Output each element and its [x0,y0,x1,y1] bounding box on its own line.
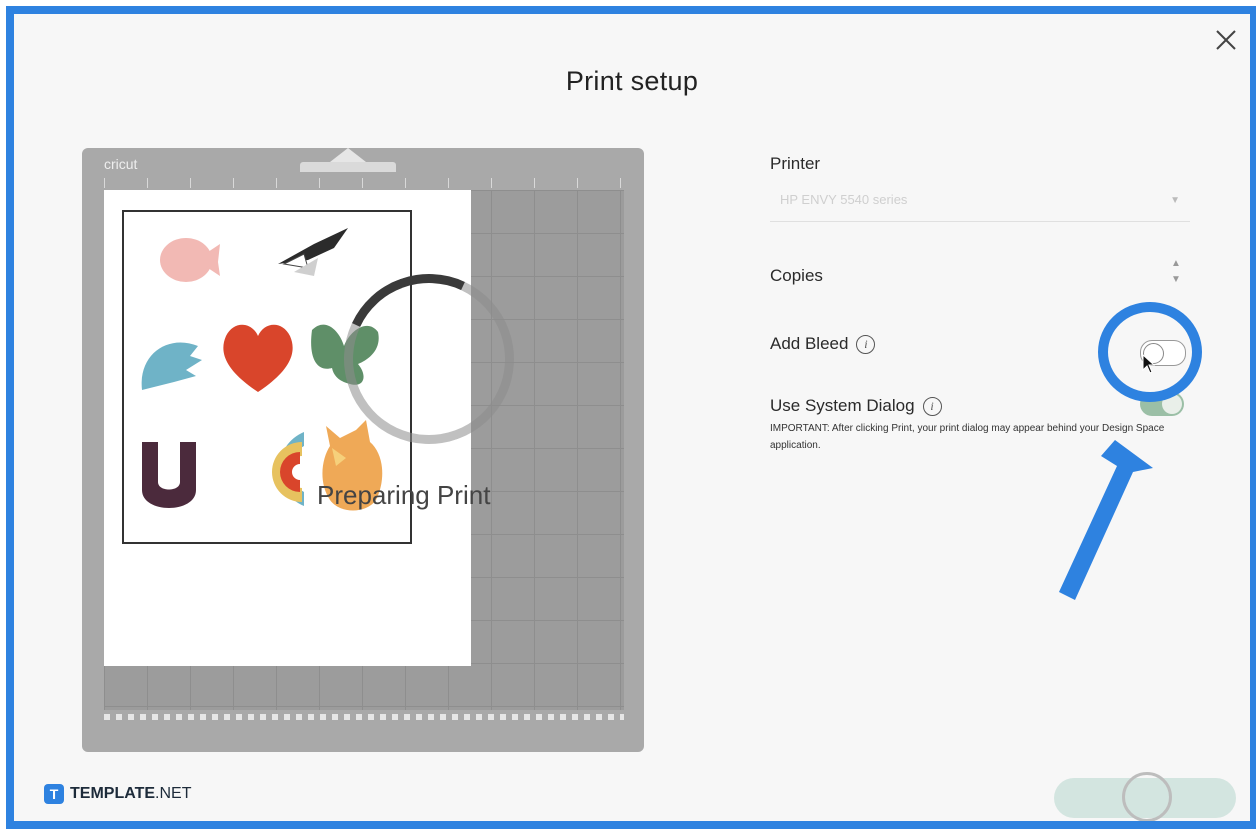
preparing-print-text: Preparing Print [317,480,491,510]
add-bleed-label: Add Bleed [770,334,849,353]
system-dialog-row: Use System Dialog i [770,396,942,417]
copies-label: Copies [770,266,823,285]
pink-fish-sticker [160,238,220,282]
purple-u-sticker [142,442,196,508]
info-icon[interactable]: i [856,335,876,355]
printer-select[interactable]: HP ENVY 5540 series ▼ [770,182,1190,222]
template-logo-icon: T [44,784,64,804]
mat-brand-label: cricut [104,156,138,172]
copies-stepper[interactable]: ▲ ▼ [1166,256,1186,292]
mat-preview: cricut Preparing Print [82,148,644,752]
close-icon[interactable] [1214,28,1238,52]
mat-notch [300,162,396,172]
paper-sheet: Preparing Print [104,190,538,666]
rainbow-sticker [272,432,304,506]
print-button[interactable] [1054,772,1236,821]
info-icon[interactable]: i [922,397,942,417]
cursor-icon [1142,354,1156,374]
dialog-title: Print setup [565,66,699,96]
loading-ring [1122,772,1172,821]
system-dialog-label: Use System Dialog [770,396,915,415]
blue-wing-sticker [141,342,202,390]
print-area-frame: Preparing Print [122,210,538,544]
red-heart-sticker [223,324,293,392]
logo-text-light: .NET [155,785,192,802]
template-net-logo: T TEMPLATE .NET [44,784,191,804]
add-bleed-row: Add Bleed i [770,334,876,355]
mat-ruler-bottom [104,714,624,720]
feather-sticker [278,228,348,276]
highlight-circle [1098,302,1202,402]
mat-notch-tip [330,148,366,162]
printer-label: Printer [770,154,821,173]
chevron-down-icon: ▼ [1170,195,1180,206]
print-setup-dialog: Print setup cricut Preparing Print Print… [6,6,1256,829]
arrow-annotation [1059,440,1153,600]
logo-text-bold: TEMPLATE [70,785,156,802]
stepper-down-icon[interactable]: ▼ [1166,272,1186,288]
stepper-up-icon[interactable]: ▲ [1166,256,1186,272]
mat-ruler-top [104,178,624,188]
printer-select-value: HP ENVY 5540 series [780,192,908,207]
